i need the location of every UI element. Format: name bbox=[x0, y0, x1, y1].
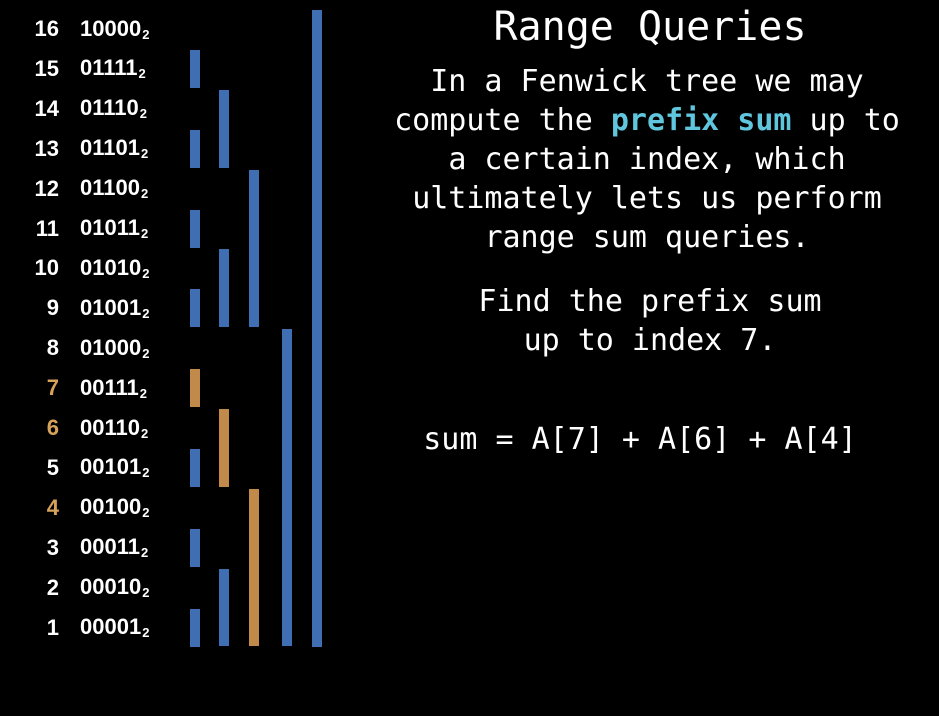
range-bar-13 bbox=[190, 129, 200, 168]
range-bar-10 bbox=[219, 249, 229, 328]
range-bar-8 bbox=[282, 329, 292, 647]
range-bar-9 bbox=[190, 289, 200, 328]
range-bar-2 bbox=[219, 568, 229, 647]
range-bar-1 bbox=[190, 608, 200, 647]
fenwick-range-bars bbox=[0, 0, 340, 716]
range-bar-5 bbox=[190, 448, 200, 487]
range-bar-4 bbox=[249, 488, 259, 647]
range-bar-11 bbox=[190, 209, 200, 248]
range-bar-14 bbox=[219, 89, 229, 168]
range-bar-16 bbox=[312, 10, 322, 647]
page-title: Range Queries bbox=[493, 4, 807, 50]
task-text: Find the prefix sum up to index 7. bbox=[478, 284, 822, 358]
range-bar-12 bbox=[249, 169, 259, 328]
sum-formula: sum = A[7] + A[6] + A[4] bbox=[423, 422, 857, 457]
range-bar-15 bbox=[190, 49, 200, 88]
prefix-sum-keyword: prefix sum bbox=[610, 103, 792, 138]
range-bar-6 bbox=[219, 409, 229, 487]
range-bar-3 bbox=[190, 528, 200, 567]
range-bar-7 bbox=[190, 369, 200, 408]
description-text: In a Fenwick tree we may compute the pre… bbox=[355, 62, 939, 257]
